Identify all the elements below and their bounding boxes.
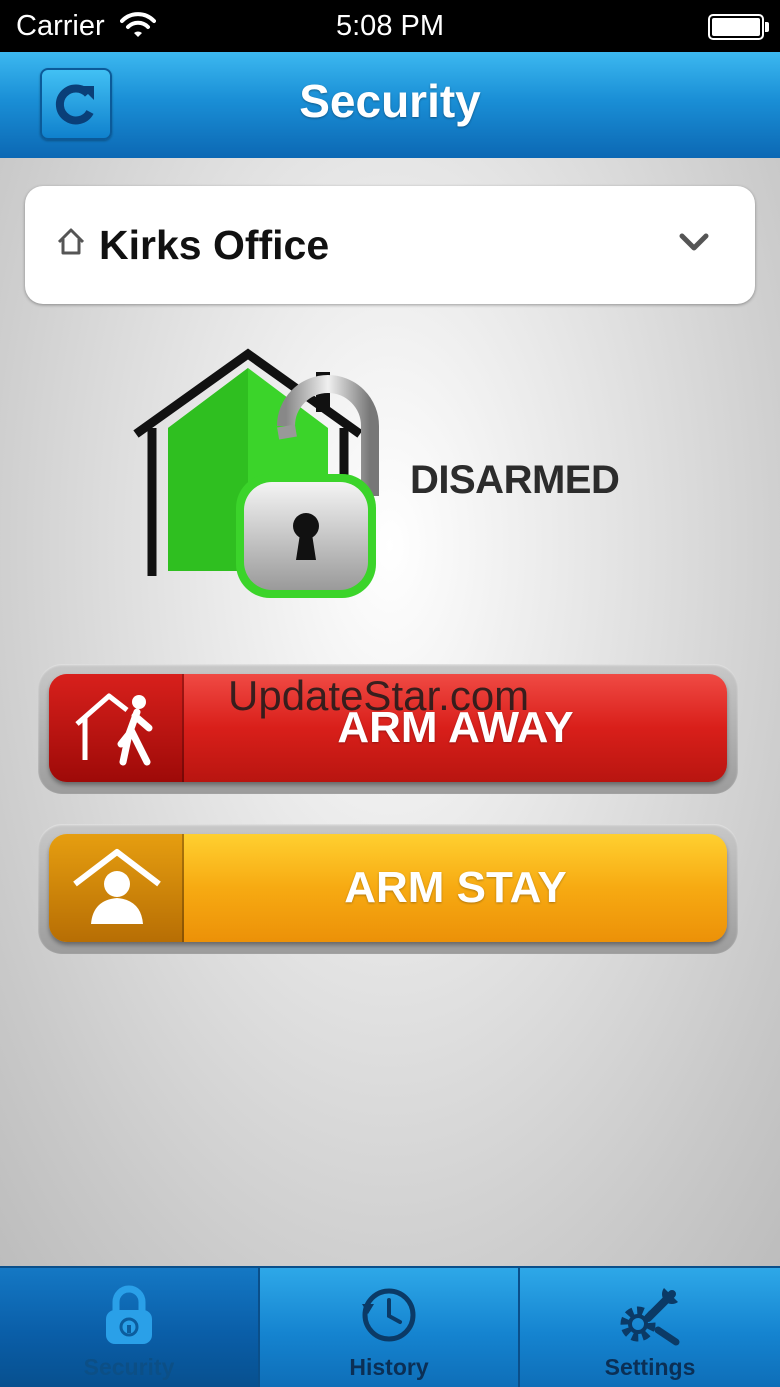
watermark-text: UpdateStar.com — [228, 672, 530, 719]
settings-gear-wrench-icon — [620, 1288, 680, 1346]
tab-settings-label: Settings — [604, 1354, 696, 1380]
arm-stay-button[interactable]: ARM STAY — [38, 824, 738, 954]
status-bar: Carrier 5:08 PM — [0, 0, 780, 52]
house-person-icon — [73, 849, 161, 924]
security-status-label: DISARMED — [410, 458, 620, 502]
arm-stay-icon-area — [49, 834, 184, 942]
battery-icon — [708, 14, 769, 40]
location-selector[interactable]: Kirks Office — [25, 186, 755, 304]
page-title: Security — [299, 75, 481, 127]
status-time: 5:08 PM — [336, 10, 444, 42]
arm-stay-label: ARM STAY — [344, 863, 567, 912]
tab-history[interactable]: History — [260, 1268, 518, 1387]
arm-away-icon-area — [49, 674, 184, 782]
tab-bar: Security History Settings — [0, 1266, 780, 1387]
main-content: Kirks Office DISARMED ARM AWAY UpdateSta… — [0, 158, 780, 1266]
history-clock-icon — [362, 1288, 416, 1342]
chevron-down-icon — [679, 233, 709, 251]
location-name: Kirks Office — [99, 222, 330, 268]
nav-bar: Security — [0, 52, 780, 160]
house-walking-person-icon — [75, 693, 153, 766]
tab-security-label: Security — [83, 1354, 175, 1380]
padlock-icon — [106, 1285, 152, 1344]
tab-security[interactable]: Security — [0, 1268, 258, 1387]
tab-settings[interactable]: Settings — [520, 1268, 780, 1387]
tab-history-label: History — [349, 1354, 429, 1380]
home-outline-icon — [57, 228, 85, 255]
disarmed-house-lock-icon — [133, 348, 379, 598]
